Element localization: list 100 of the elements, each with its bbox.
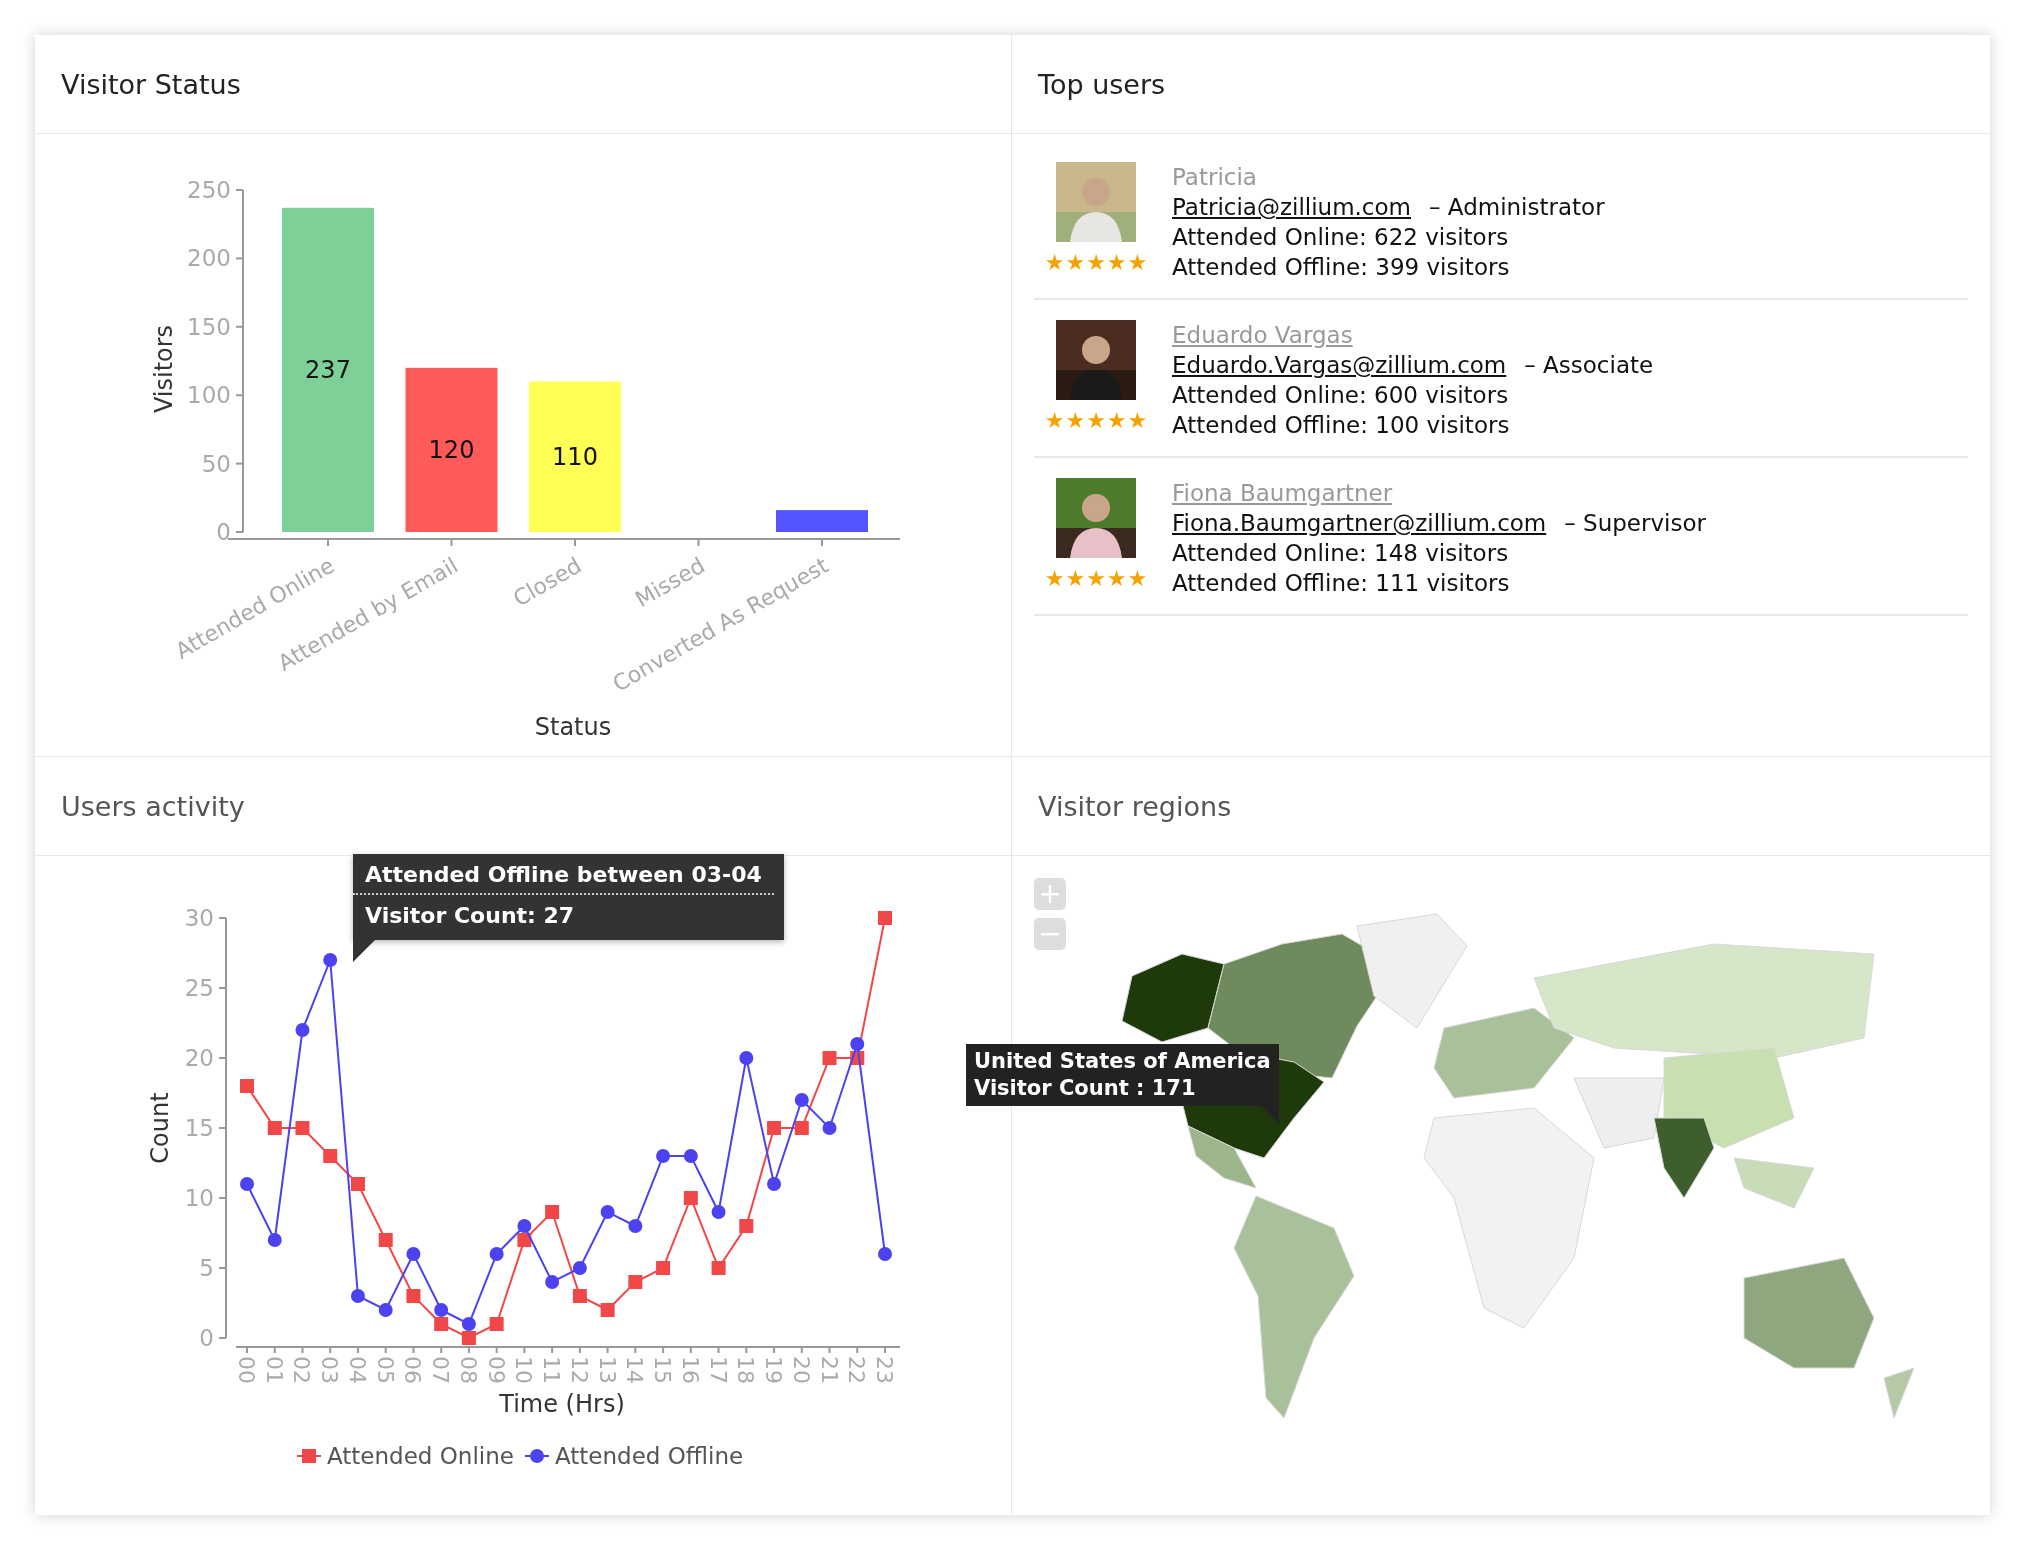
email-link[interactable]: Patricia@zillium.com [1172, 192, 1411, 222]
email-link[interactable]: Fiona.Baumgartner@zillium.com [1172, 508, 1547, 538]
email-link[interactable]: Eduardo.Vargas@zillium.com [1172, 350, 1507, 380]
tick-label: 25 [184, 975, 214, 1001]
data-point [350, 1177, 365, 1191]
offline-count: Attended Offline: 111 visitors [1172, 569, 1511, 598]
data-point [489, 1317, 504, 1331]
tick-label: 09 [483, 1356, 509, 1384]
legend-marker [296, 1449, 322, 1463]
data-point [434, 1303, 449, 1317]
data-point [323, 953, 338, 967]
data-point [350, 1289, 365, 1303]
tick-label: 50 [201, 450, 231, 477]
legend-label: Attended Offline [555, 1443, 744, 1469]
data-point [600, 1303, 615, 1317]
data-point [600, 1205, 615, 1219]
data-point [739, 1219, 754, 1233]
tick-label: 15 [650, 1356, 676, 1384]
data-point [683, 1191, 698, 1205]
tick-label: 01 [261, 1356, 287, 1384]
tick-label: 10 [511, 1356, 537, 1384]
star-rating: ★★★★★ [1044, 568, 1148, 590]
tick-label: 17 [705, 1356, 731, 1384]
value-label: 110 [552, 442, 598, 471]
tick-label: 22 [844, 1356, 870, 1384]
tick-label: 06 [400, 1356, 426, 1384]
data-point [267, 1121, 282, 1135]
user-role: – Administrator [1429, 193, 1605, 222]
data-point [295, 1121, 310, 1135]
tick-label: 18 [733, 1356, 759, 1384]
legend-label: Attended Online [327, 1443, 514, 1469]
tick-label: 0 [216, 519, 231, 545]
data-point [794, 1093, 809, 1107]
data-point [822, 1051, 837, 1065]
user-name: Patricia [1172, 163, 1257, 192]
tick-label: 150 [187, 313, 231, 340]
tick-label: 5 [199, 1255, 214, 1281]
value-label: 120 [428, 435, 475, 464]
data-point [767, 1121, 782, 1135]
data-point [517, 1219, 532, 1233]
data-point [711, 1205, 726, 1219]
panel-title: Visitor Status [61, 68, 241, 100]
data-point [295, 1023, 310, 1037]
data-point [767, 1177, 782, 1191]
tick-label: 19 [761, 1356, 787, 1384]
user-name[interactable]: Eduardo Vargas [1172, 320, 1353, 350]
data-point [378, 1233, 393, 1247]
tooltip-text: Visitor Count: 27 [364, 902, 576, 930]
data-point [406, 1289, 421, 1303]
legend-marker [524, 1449, 550, 1463]
tick-label: 13 [594, 1356, 620, 1384]
tick-label: 05 [372, 1356, 398, 1384]
data-point [572, 1261, 587, 1275]
data-point [517, 1233, 532, 1247]
tick-label: 11 [539, 1356, 565, 1384]
tooltip-title: Attended Offline between 03-04 [353, 854, 774, 895]
data-point [794, 1121, 809, 1135]
data-point [240, 1079, 254, 1093]
tick-label: 12 [566, 1356, 592, 1384]
tick-label: 100 [187, 382, 231, 409]
tick-label: 250 [187, 177, 231, 203]
data-point [572, 1289, 587, 1303]
data-point [406, 1247, 421, 1261]
tooltip-title: United States of America [974, 1048, 1271, 1075]
data-point [323, 1149, 338, 1163]
tick-label: 08 [455, 1356, 481, 1384]
data-point [434, 1317, 449, 1331]
tick-label: 0 [199, 1325, 214, 1351]
online-count: Attended Online: 148 visitors [1172, 539, 1510, 568]
data-point [461, 1331, 476, 1345]
user-role: – Associate [1524, 351, 1654, 380]
data-point [545, 1205, 560, 1219]
value-label: 237 [305, 355, 351, 384]
online-count: Attended Online: 622 visitors [1172, 223, 1510, 252]
tick-label: 21 [816, 1356, 842, 1384]
star-rating: ★★★★★ [1044, 252, 1148, 274]
user-name[interactable]: Fiona Baumgartner [1172, 478, 1393, 508]
panel-title: Visitor regions [1038, 790, 1232, 822]
data-point [267, 1233, 282, 1247]
online-count: Attended Online: 600 visitors [1172, 381, 1510, 410]
data-point [850, 1037, 865, 1051]
data-point [545, 1275, 560, 1289]
tick-label: 04 [344, 1356, 370, 1384]
panel-title: Users activity [61, 790, 245, 822]
axis-title: Time (Hrs) [499, 1390, 625, 1418]
axis-title: Count [146, 1092, 174, 1164]
tick-label: 10 [184, 1185, 214, 1211]
offline-count: Attended Offline: 399 visitors [1172, 253, 1511, 282]
tick-label: 20 [184, 1045, 214, 1071]
tooltip-text: Visitor Count : 171 [974, 1075, 1197, 1102]
tick-label: 15 [184, 1115, 214, 1141]
data-point [878, 911, 892, 925]
data-point [489, 1247, 504, 1261]
data-point [628, 1275, 643, 1289]
data-point [683, 1149, 698, 1163]
data-point [656, 1261, 671, 1275]
tick-label: 30 [184, 905, 214, 931]
data-point [461, 1317, 476, 1331]
tick-label: 02 [289, 1356, 315, 1384]
tick-label: 00 [234, 1356, 259, 1384]
